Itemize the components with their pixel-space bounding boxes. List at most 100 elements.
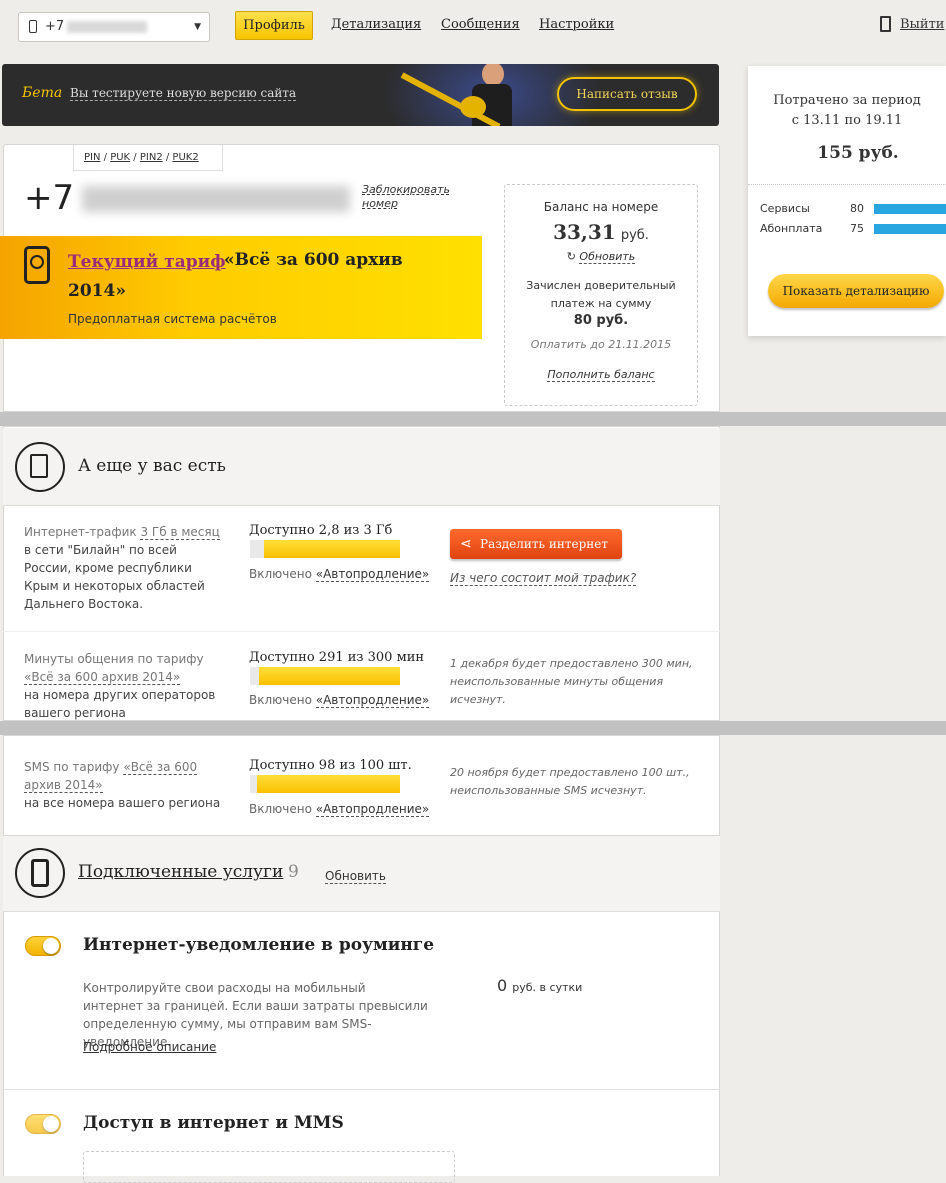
internet-progress-bar <box>250 540 400 558</box>
detailed-description-link[interactable]: Подробное описание <box>83 1040 216 1054</box>
separator-band <box>0 412 946 426</box>
sms-desc: на все номера вашего региона <box>24 796 221 810</box>
minutes-desc: на номера других операторов вашего регио… <box>24 688 216 720</box>
internet-mms-title: Доступ в интернет и MMS <box>83 1113 344 1133</box>
extras-title: А еще у вас есть <box>78 456 226 476</box>
puk2-link[interactable]: PUK2 <box>172 152 198 163</box>
topup-balance-link[interactable]: Пополнить баланс <box>547 368 655 382</box>
autorenew-link[interactable]: «Автопродление» <box>315 567 430 582</box>
share-internet-label: Разделить интернет <box>480 537 609 551</box>
balance-amount: 33,31 <box>553 220 616 244</box>
puk-link[interactable]: PUK <box>110 152 130 163</box>
minutes-available: Доступно 291 из 300 мин <box>249 650 425 665</box>
included-label: Включено <box>249 693 312 707</box>
pin2-link[interactable]: PIN2 <box>140 152 163 163</box>
refresh-balance[interactable]: ↻ Обновить <box>505 250 697 264</box>
phone-number-blurred <box>67 20 148 33</box>
toggle-knob <box>43 938 59 954</box>
share-internet-button[interactable]: ⋖ Разделить интернет <box>450 529 622 559</box>
traffic-breakdown-link[interactable]: Из чего состоит мой трафик? <box>450 571 637 586</box>
internet-included: Включено «Автопродление» <box>249 567 430 582</box>
autorenew-link[interactable]: «Автопродление» <box>315 693 430 708</box>
summary-row-services: Сервисы 80 <box>760 202 946 216</box>
internet-label: Интернет-трафик <box>24 525 137 539</box>
write-feedback-button[interactable]: Написать отзыв <box>557 77 697 111</box>
phone-number-select[interactable]: +7 ▼ <box>18 12 210 42</box>
row-divider <box>3 1089 720 1090</box>
summary-title-line1: Потрачено за период <box>773 93 921 108</box>
guitarist-illustration <box>400 64 542 126</box>
summary-title-line2: с 13.11 по 19.11 <box>791 113 903 128</box>
subscription-bar <box>874 224 946 234</box>
block-number-link[interactable]: Заблокировать номер <box>362 183 462 211</box>
internet-volume-link[interactable]: 3 Гб в месяц <box>140 525 220 540</box>
included-label: Включено <box>249 567 312 581</box>
roaming-notification-toggle[interactable] <box>25 936 61 956</box>
services-refresh-link[interactable]: Обновить <box>325 869 386 884</box>
pin-link[interactable]: PIN <box>84 152 100 163</box>
autorenew-link[interactable]: «Автопродление» <box>315 802 430 817</box>
toggle-knob <box>43 1116 59 1132</box>
internet-mms-box <box>83 1151 455 1183</box>
phone-check-icon <box>15 848 65 898</box>
pay-until: Оплатить до 21.11.2015 <box>530 338 672 351</box>
minutes-included: Включено «Автопродление» <box>249 693 430 708</box>
door-exit-icon <box>880 16 891 32</box>
included-label: Включено <box>249 802 312 816</box>
chevron-down-icon: ▼ <box>194 22 201 32</box>
services-bar <box>874 204 946 214</box>
extras-header: А еще у вас есть <box>3 428 720 506</box>
roaming-notification-price: 0 руб. в сутки <box>497 976 582 995</box>
sms-included: Включено «Автопродление» <box>249 802 430 817</box>
trust-payment-text: Зачислен доверительный платеж на сумму <box>526 279 676 310</box>
logout-label: Выйти <box>900 17 945 32</box>
services-header: Подключенные услуги 9 Обновить <box>3 836 720 912</box>
balance-currency: руб. <box>620 228 649 243</box>
summary-row-subscription: Абонплата 75 <box>760 222 946 236</box>
sms-available: Доступно 98 из 100 шт. <box>249 758 412 773</box>
refresh-icon: ↻ <box>566 250 576 263</box>
price-unit: руб. в сутки <box>512 981 583 994</box>
services-title[interactable]: Подключенные услуги <box>78 862 283 882</box>
internet-mms-toggle[interactable] <box>25 1114 61 1134</box>
roaming-notification-title: Интернет-уведомление в роуминге <box>83 935 435 955</box>
sms-note: 20 ноября будет предоставлено 100 шт., н… <box>450 766 690 797</box>
show-details-button[interactable]: Показать детализацию <box>768 274 944 308</box>
phone-number-blurred-digits <box>82 186 350 212</box>
tariff-name: «Всё за 600 архив 2014» <box>68 250 403 301</box>
beta-text: Вы тестируете новую версию сайта <box>70 86 297 101</box>
services-label: Сервисы <box>760 202 810 215</box>
sim-codes: PIN / PUK / PIN2 / PUK2 <box>73 145 223 171</box>
subscription-label: Абонплата <box>760 222 823 235</box>
price-value: 0 <box>497 976 508 995</box>
separator-band <box>0 721 946 735</box>
current-tariff-panel: Текущий тариф «Всё за 600 архив 2014» Пр… <box>0 236 482 339</box>
nav-profile[interactable]: Профиль <box>235 11 313 40</box>
minutes-info: Минуты общения по тарифу «Всё за 600 арх… <box>24 650 234 720</box>
minutes-progress-bar <box>250 667 400 685</box>
nav-messages[interactable]: Сообщения <box>441 17 520 32</box>
refresh-link[interactable]: Обновить <box>579 250 636 264</box>
nav-settings[interactable]: Настройки <box>539 17 614 32</box>
balance-label: Баланс на номере <box>543 200 659 214</box>
minutes-note: 1 декабря будет предоставлено 300 мин, н… <box>450 657 693 706</box>
coin-phone-icon <box>24 246 50 284</box>
sms-label: SMS по тарифу <box>24 760 120 774</box>
minutes-tariff-link[interactable]: «Всё за 600 архив 2014» <box>24 670 181 685</box>
phone-number-prefix: +7 <box>24 178 75 218</box>
sms-progress-bar <box>250 775 400 793</box>
row-divider <box>3 631 720 632</box>
internet-traffic-info: Интернет-трафик 3 Гб в месяц в сети "Бил… <box>24 523 224 613</box>
internet-available: Доступно 2,8 из 3 Гб <box>249 523 393 538</box>
clipboard-checklist-icon <box>15 442 65 492</box>
phone-prefix: +7 <box>45 19 65 34</box>
services-value: 80 <box>850 202 864 215</box>
services-count: 9 <box>288 862 299 882</box>
minutes-label: Минуты общения по тарифу <box>24 652 204 666</box>
summary-divider <box>748 184 946 185</box>
beta-badge: Бета <box>22 85 63 101</box>
share-icon: ⋖ <box>460 536 472 552</box>
nav-details[interactable]: Детализация <box>331 17 421 32</box>
balance-box: Баланс на номере 33,31 руб. ↻ Обновить З… <box>504 184 698 406</box>
trust-payment-amount: 80 руб. <box>573 313 629 328</box>
